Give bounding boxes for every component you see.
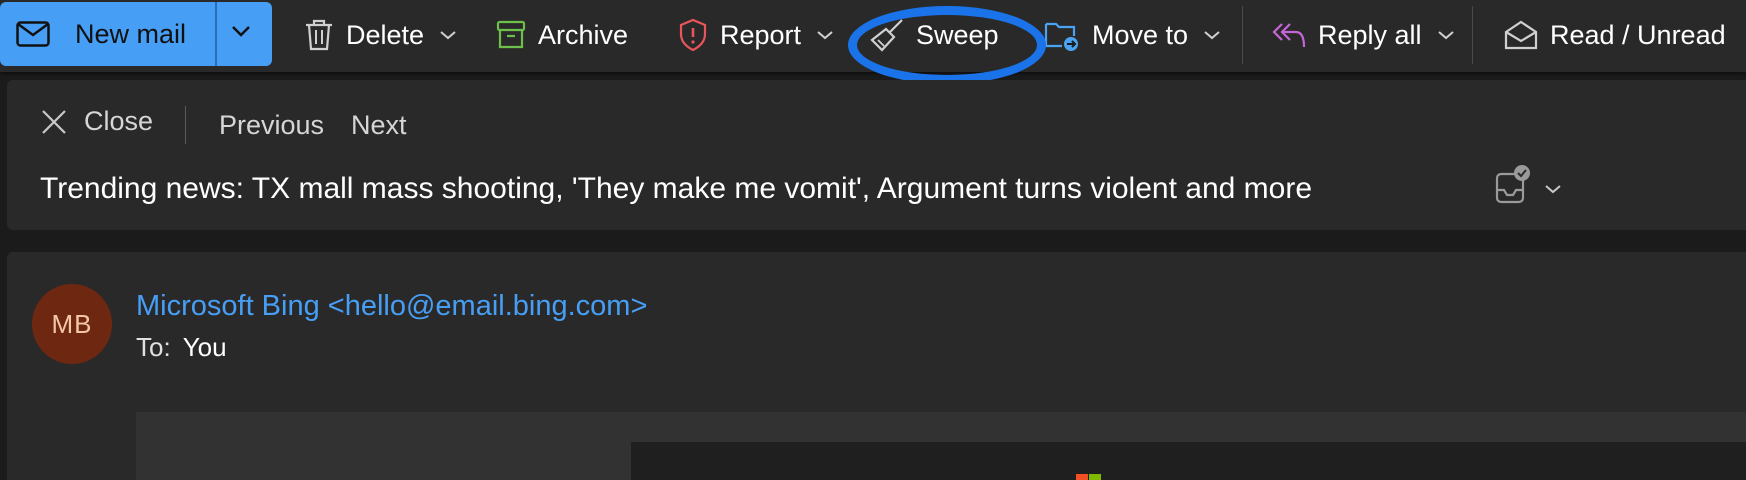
move-to-button[interactable]: Move to: [1044, 0, 1220, 70]
read-unread-button[interactable]: Read / Unread: [1504, 0, 1726, 70]
command-toolbar: New mail Delete Archive Report Sweep Mov…: [0, 0, 1746, 72]
avatar[interactable]: MB: [32, 284, 112, 364]
report-dropdown-chevron-icon[interactable]: [817, 30, 833, 40]
trash-icon: [306, 19, 332, 51]
toolbar-divider: [1472, 6, 1473, 64]
recipient-value[interactable]: You: [183, 332, 227, 362]
close-icon: [42, 109, 66, 134]
reply-all-dropdown-chevron-icon[interactable]: [1437, 30, 1454, 40]
new-mail-dropdown-chevron-icon[interactable]: [231, 24, 251, 43]
archive-label: Archive: [538, 19, 629, 50]
report-label: Report: [720, 19, 802, 50]
reply-all-icon: [1272, 23, 1306, 48]
previous-button[interactable]: Previous: [219, 110, 324, 141]
reply-all-button[interactable]: Reply all: [1272, 0, 1454, 70]
read-unread-label: Read / Unread: [1550, 19, 1726, 50]
envelope-open-icon: [1504, 20, 1538, 50]
delete-label: Delete: [346, 19, 425, 50]
new-mail-divider: [215, 2, 217, 66]
sender-link[interactable]: Microsoft Bing <hello@email.bing.com>: [136, 290, 647, 323]
new-mail-button[interactable]: New mail: [0, 2, 272, 66]
broom-icon: [870, 19, 903, 52]
new-mail-label: New mail: [75, 19, 187, 49]
recipient-line: To: You: [136, 332, 227, 363]
report-button[interactable]: Report: [678, 0, 833, 70]
archive-icon: [496, 20, 526, 49]
email-body-content: [631, 442, 1746, 480]
delete-button[interactable]: Delete: [304, 0, 456, 70]
close-label: Close: [84, 106, 154, 136]
inbox-check-icon[interactable]: [1493, 164, 1533, 211]
delete-dropdown-chevron-icon[interactable]: [440, 30, 456, 40]
header-divider: [185, 106, 186, 144]
microsoft-logo-icon: [1076, 474, 1102, 480]
reply-all-label: Reply all: [1318, 19, 1422, 50]
subject-options-chevron-icon[interactable]: [1545, 181, 1561, 199]
close-button[interactable]: Close: [40, 106, 153, 137]
next-button[interactable]: Next: [351, 110, 407, 141]
toolbar-divider: [1242, 6, 1243, 64]
shield-alert-icon: [679, 18, 707, 52]
folder-move-icon: [1044, 22, 1078, 51]
archive-button[interactable]: Archive: [496, 0, 628, 70]
move-to-label: Move to: [1092, 19, 1189, 50]
reading-pane-header: Close Previous Next Trending news: TX ma…: [7, 80, 1746, 230]
sweep-button[interactable]: Sweep: [870, 0, 999, 70]
message-card: MB Microsoft Bing <hello@email.bing.com>…: [7, 252, 1746, 480]
to-label: To:: [136, 332, 171, 362]
sweep-label: Sweep: [916, 19, 999, 50]
email-subject: Trending news: TX mall mass shooting, 'T…: [40, 172, 1312, 205]
mail-icon: [16, 21, 50, 52]
move-to-dropdown-chevron-icon[interactable]: [1204, 30, 1220, 40]
